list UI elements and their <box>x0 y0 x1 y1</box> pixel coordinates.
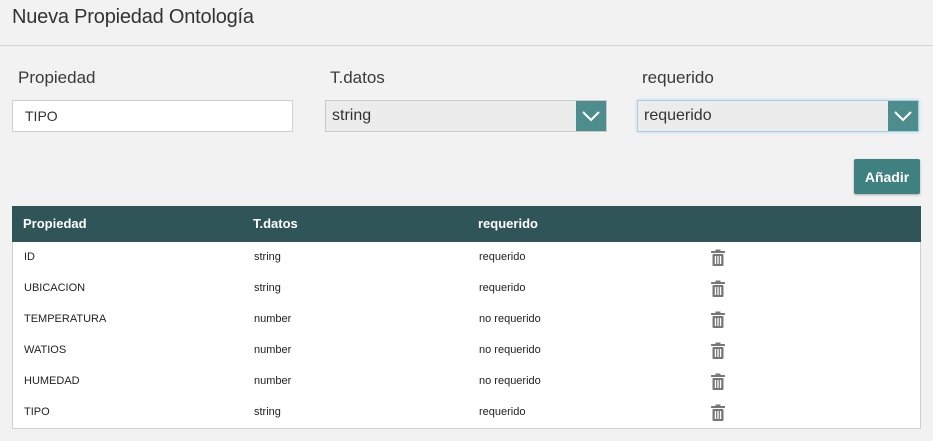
cell-propiedad: UBICACION <box>24 282 86 294</box>
cell-requerido: no requerido <box>479 375 541 387</box>
trash-icon[interactable] <box>711 249 725 266</box>
column-header-tdatos: T.datos <box>253 216 298 231</box>
tdatos-label: T.datos <box>330 68 385 87</box>
propiedad-input[interactable] <box>12 100 293 132</box>
page-header: Nueva Propiedad Ontología <box>0 0 933 46</box>
cell-requerido: requerido <box>479 282 526 294</box>
cell-requerido: no requerido <box>479 313 541 325</box>
cell-propiedad: TIPO <box>24 406 50 418</box>
cell-tdatos: number <box>254 313 292 325</box>
table-row: HUMEDAD number no requerido <box>13 366 920 397</box>
requerido-select-value: requerido <box>644 107 712 124</box>
cell-propiedad: WATIOS <box>24 344 67 356</box>
requerido-label: requerido <box>642 68 714 87</box>
table-row: TIPO string requerido <box>13 397 920 428</box>
propiedad-label: Propiedad <box>18 68 96 87</box>
table-row: ID string requerido <box>13 242 920 273</box>
trash-icon[interactable] <box>711 311 725 328</box>
cell-requerido: no requerido <box>479 344 541 356</box>
table-row: WATIOS number no requerido <box>13 335 920 366</box>
trash-icon[interactable] <box>711 404 725 421</box>
add-button[interactable]: Añadir <box>854 159 920 194</box>
trash-icon[interactable] <box>711 373 725 390</box>
cell-requerido: requerido <box>479 406 526 418</box>
table-row: TEMPERATURA number no requerido <box>13 304 920 335</box>
cell-propiedad: HUMEDAD <box>24 375 80 387</box>
table-header: Propiedad T.datos requerido <box>12 206 921 242</box>
table-row: UBICACION string requerido <box>13 273 920 304</box>
requerido-select[interactable]: requerido <box>637 100 919 132</box>
cell-propiedad: ID <box>24 251 35 263</box>
column-header-requerido: requerido <box>478 216 538 231</box>
trash-icon[interactable] <box>711 342 725 359</box>
cell-tdatos: number <box>254 344 292 356</box>
tdatos-select[interactable]: string <box>325 100 607 132</box>
cell-tdatos: string <box>254 282 281 294</box>
page-title: Nueva Propiedad Ontología <box>12 6 254 28</box>
chevron-down-icon[interactable] <box>888 101 918 131</box>
trash-icon[interactable] <box>711 280 725 297</box>
cell-propiedad: TEMPERATURA <box>24 313 107 325</box>
cell-tdatos: number <box>254 375 292 387</box>
cell-requerido: requerido <box>479 251 526 263</box>
cell-tdatos: string <box>254 251 281 263</box>
properties-table: Propiedad T.datos requerido ID string re… <box>12 206 921 429</box>
tdatos-select-value: string <box>332 107 372 124</box>
column-header-propiedad: Propiedad <box>23 216 87 231</box>
chevron-down-icon[interactable] <box>576 101 606 131</box>
cell-tdatos: string <box>254 406 281 418</box>
